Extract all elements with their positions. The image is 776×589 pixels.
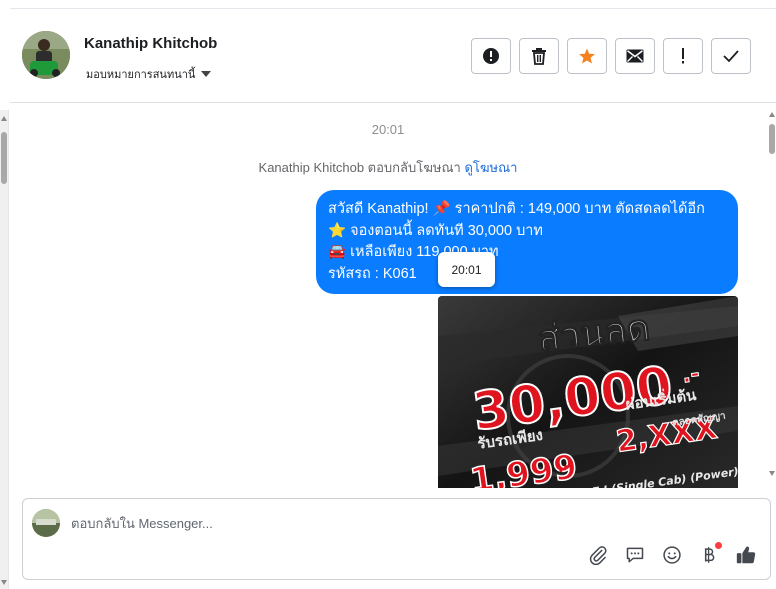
scroll-up-arrow-icon[interactable] <box>769 112 775 117</box>
message-line: ⭐ จองตอนนี้ ลดทันที 30,000 บาท <box>328 222 543 239</box>
promo-image[interactable]: ส่วนลด 30,000 .- ผ่อนเริ่มต้น รับรถเพียง… <box>438 296 738 488</box>
action-toolbar <box>471 38 751 74</box>
scroll-up-arrow-icon[interactable] <box>1 116 7 121</box>
assign-conversation-dropdown[interactable]: มอบหมายการสนทนานี้ <box>86 65 212 83</box>
time-tooltip: 20:01 <box>438 252 495 287</box>
envelope-icon <box>626 49 644 63</box>
message-line: สวัสดี Kanathip! 📌 ราคาปกติ : 149,000 บา… <box>328 201 705 217</box>
conversation-header: Kanathip Khitchob มอบหมายการสนทนานี้ <box>10 9 776 103</box>
scrollbar-thumb[interactable] <box>1 132 7 184</box>
avatar[interactable] <box>22 31 70 79</box>
message-timestamp: 20:01 <box>371 122 405 137</box>
scroll-down-arrow-icon[interactable] <box>1 580 7 585</box>
composer-tools <box>586 542 758 567</box>
assign-label: มอบหมายการสนทนานี้ <box>86 69 196 81</box>
mark-spam-button[interactable] <box>471 38 511 74</box>
right-scrollbar[interactable] <box>768 110 776 482</box>
scrollbar-thumb[interactable] <box>769 124 775 154</box>
ad-down-suffix: .- <box>556 456 571 477</box>
smiley-icon <box>663 546 681 564</box>
outgoing-message-bubble[interactable]: สวัสดี Kanathip! 📌 ราคาปกติ : 149,000 บา… <box>316 190 738 294</box>
contact-name: Kanathip Khitchob <box>84 35 218 52</box>
ad-reply-notice: Kanathip Khitchob ตอบกลับโฆษณา ดูโฆษณา <box>10 157 766 178</box>
left-scrollbar[interactable] <box>0 110 9 589</box>
saved-replies-button[interactable] <box>623 543 647 567</box>
alert-circle-icon <box>483 48 499 64</box>
mark-unread-button[interactable] <box>615 38 655 74</box>
emoji-button[interactable] <box>660 543 684 567</box>
messenger-inbox: Kanathip Khitchob มอบหมายการสนทนานี้ 20:… <box>0 0 776 589</box>
follow-up-button[interactable] <box>663 38 703 74</box>
chat-bubble-icon <box>626 547 644 563</box>
message-thread[interactable]: 20:01 Kanathip Khitchob ตอบกลับโฆษณา ดูโ… <box>10 104 766 488</box>
payment-button[interactable] <box>697 542 722 567</box>
mark-done-button[interactable] <box>711 38 751 74</box>
reply-input[interactable] <box>71 513 731 533</box>
page-avatar <box>32 509 60 537</box>
checkmark-icon <box>723 50 739 63</box>
view-ad-link[interactable]: ดูโฆษณา <box>464 160 517 175</box>
ad-reply-text: Kanathip Khitchob ตอบกลับโฆษณา <box>258 160 461 175</box>
delete-button[interactable] <box>519 38 559 74</box>
exclamation-icon <box>682 48 684 64</box>
attach-button[interactable] <box>586 543 610 567</box>
caret-down-icon <box>201 71 212 77</box>
message-line: รหัสรถ : K061 <box>328 265 417 282</box>
paperclip-icon <box>589 546 607 565</box>
thumbs-up-icon <box>736 546 756 564</box>
notification-dot <box>715 542 722 549</box>
message-line: 🚘 เหลือเพียง 119,000 บาท <box>328 244 499 260</box>
star-icon <box>579 48 595 64</box>
reply-composer <box>22 498 771 580</box>
ad-discount-suffix: .- <box>680 361 701 388</box>
star-button[interactable] <box>567 38 607 74</box>
scroll-down-arrow-icon[interactable] <box>769 471 775 476</box>
trash-icon <box>532 48 546 65</box>
like-button[interactable] <box>734 543 758 567</box>
